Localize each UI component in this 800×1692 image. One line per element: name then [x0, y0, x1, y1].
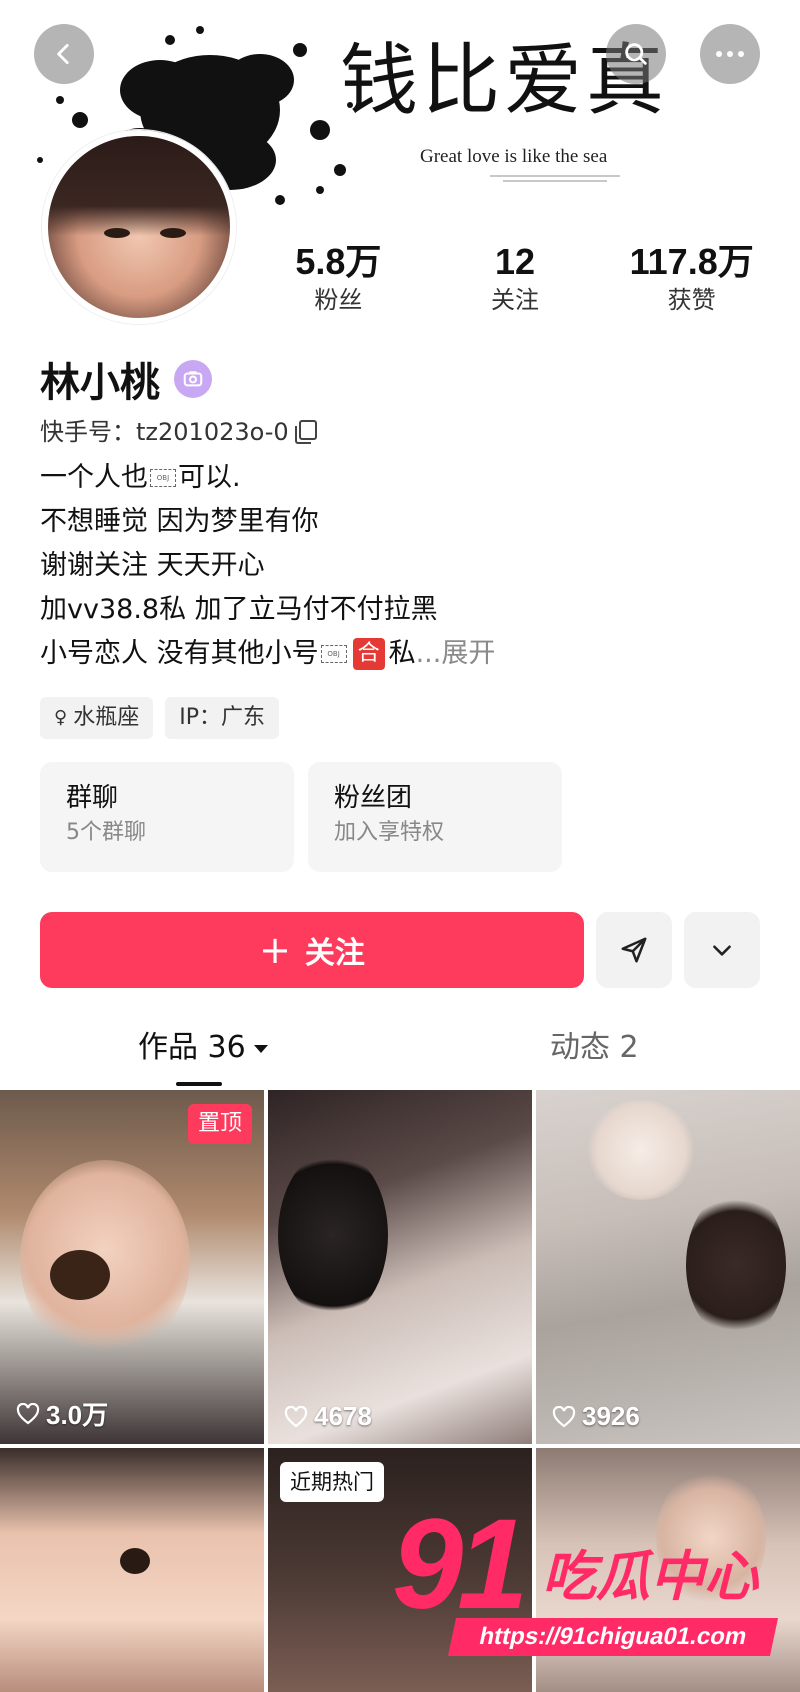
pinned-badge: 置顶 — [187, 1104, 252, 1144]
heart-icon — [552, 1405, 576, 1427]
post-tile[interactable] — [0, 1448, 264, 1692]
caret-down-icon — [253, 1044, 268, 1053]
back-button[interactable] — [34, 24, 94, 84]
stat-following-value: 12 — [494, 241, 536, 282]
post-likes-count: 3.0万 — [46, 1400, 109, 1430]
stat-followers-label: 粉丝 — [314, 286, 363, 314]
camera-badge-icon — [183, 371, 203, 387]
fan-club-title: 粉丝团 — [334, 783, 413, 813]
group-chat-title: 群聊 — [66, 783, 119, 813]
follow-label: 关注 — [304, 936, 365, 971]
copy-icon[interactable] — [294, 419, 317, 444]
he-emoji-icon: 合 — [352, 638, 385, 670]
avatar[interactable] — [42, 130, 236, 324]
post-likes: 3.0万 — [16, 1395, 108, 1432]
post-tile[interactable]: 置顶 3.0万 — [0, 1090, 264, 1444]
stat-following-label: 关注 — [491, 286, 539, 314]
post-likes-count: 4678 — [314, 1401, 372, 1431]
bio-text: 私 — [388, 638, 416, 669]
female-symbol-icon: ♀ — [54, 707, 68, 728]
bio-text: 可以. — [178, 462, 241, 493]
watermark-number: 91 — [392, 1493, 528, 1636]
share-button[interactable] — [596, 912, 672, 988]
active-tab-indicator — [176, 1082, 222, 1086]
group-chat-subtitle: 5个群聊 — [66, 820, 146, 845]
heart-icon — [284, 1405, 308, 1427]
post-tile[interactable]: 3926 — [536, 1090, 800, 1444]
stat-likes-value: 117.8万 — [629, 241, 754, 282]
bio: 一个人也 OBJ 可以. 不想睡觉 因为梦里有你 谢谢关注 天天开心 加vv38.8… — [40, 456, 760, 676]
chevron-down-icon — [713, 945, 731, 956]
tab-moments[interactable]: 动态 2 — [550, 1020, 639, 1090]
stat-likes[interactable]: 117.8万 获赞 — [603, 240, 780, 320]
feature-boxes: 群聊 5个群聊 粉丝团 加入享特权 — [40, 762, 562, 872]
bio-line: 谢谢关注 天天开心 — [40, 550, 265, 581]
post-likes-count: 3926 — [582, 1401, 640, 1431]
object-placeholder-icon: OBJ — [150, 469, 176, 487]
heart-icon — [16, 1402, 40, 1424]
verified-badge[interactable] — [174, 360, 212, 398]
banner-subtitle: Great love is like the sea — [420, 146, 608, 167]
post-likes: 3926 — [552, 1401, 640, 1432]
bio-line: 一个人也 OBJ 可以. — [40, 456, 760, 500]
profile-stats: 5.8万 粉丝 12 关注 117.8万 获赞 — [250, 240, 780, 320]
watermark-text: 吃瓜中心 — [542, 1545, 758, 1608]
search-icon — [625, 43, 647, 65]
content-tabs: 作品 36 动态 2 — [0, 1020, 800, 1090]
banner-fine-print — [490, 172, 620, 186]
stat-followers-value: 5.8万 — [295, 241, 382, 282]
recommend-dropdown-button[interactable] — [684, 912, 760, 988]
follow-button[interactable]: + 关注 — [40, 912, 584, 988]
trending-badge: 近期热门 — [280, 1462, 384, 1502]
bio-text: 一个人也 — [40, 462, 148, 493]
object-placeholder-icon: OBJ — [320, 645, 347, 663]
kwai-id: 快手号：tz201023o-0 — [40, 412, 317, 447]
bio-line: 不想睡觉 因为梦里有你 — [40, 506, 319, 537]
stat-likes-label: 获赞 — [667, 286, 716, 314]
search-button[interactable] — [606, 24, 666, 84]
post-likes: 4678 — [284, 1401, 372, 1432]
group-chat-box[interactable]: 群聊 5个群聊 — [40, 762, 294, 872]
plus-icon: + — [259, 928, 291, 972]
profile-name: 林小桃 — [40, 360, 160, 406]
site-watermark: 91 吃瓜中心 https://91chigua01.com — [392, 1500, 792, 1660]
fan-club-subtitle: 加入享特权 — [334, 820, 445, 845]
tab-works-label: 作品 36 — [138, 1030, 246, 1065]
bio-text: 小号恋人 没有其他小号 — [40, 638, 319, 669]
expand-bio-link[interactable]: ...展开 — [416, 632, 496, 676]
stat-followers[interactable]: 5.8万 粉丝 — [250, 240, 427, 320]
tag-ip-location: IP：广东 — [165, 697, 279, 739]
post-tile[interactable]: 4678 — [268, 1090, 532, 1444]
fan-club-box[interactable]: 粉丝团 加入享特权 — [308, 762, 562, 872]
tag-zodiac-label: 水瓶座 — [73, 705, 140, 730]
tag-zodiac: ♀ 水瓶座 — [40, 697, 154, 739]
send-icon — [621, 937, 647, 963]
kwai-id-text: 快手号：tz201023o-0 — [40, 418, 289, 446]
chevron-left-icon — [57, 43, 69, 65]
bio-line: 加vv38.8私 加了立马付不付拉黑 — [40, 594, 438, 625]
more-options-button[interactable] — [700, 24, 760, 84]
bio-line: 小号恋人 没有其他小号 OBJ 合私 ...展开 — [40, 632, 760, 676]
more-dots-icon — [716, 51, 744, 57]
name-row: 林小桃 — [40, 352, 212, 406]
tab-works[interactable]: 作品 36 — [138, 1020, 268, 1090]
profile-tags: ♀ 水瓶座 IP：广东 — [40, 697, 279, 739]
stat-following[interactable]: 12 关注 — [427, 240, 604, 320]
watermark-url: https://91chigua01.com — [447, 1618, 779, 1656]
